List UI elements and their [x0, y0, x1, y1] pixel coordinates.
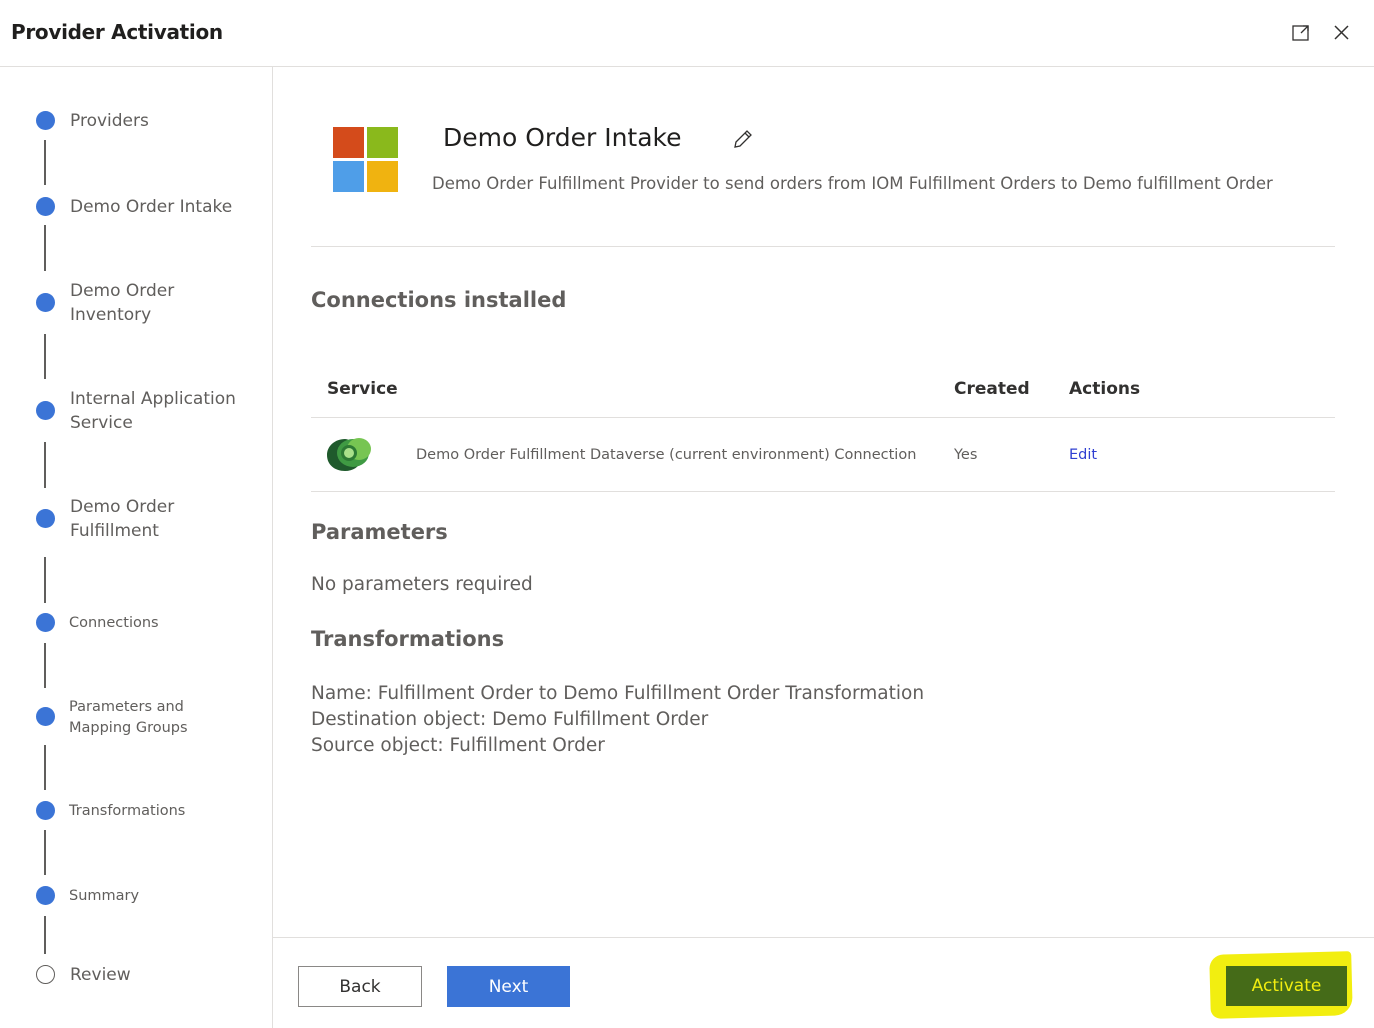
next-button[interactable]: Next — [447, 966, 570, 1007]
column-header-created: Created — [954, 379, 1030, 399]
step-connector — [44, 442, 46, 488]
close-icon[interactable] — [1329, 20, 1355, 46]
step-connector — [44, 140, 46, 185]
microsoft-logo-icon — [333, 127, 399, 193]
back-button[interactable]: Back — [298, 966, 422, 1007]
step-dot-transformations — [36, 801, 55, 820]
pencil-edit-icon[interactable] — [731, 127, 755, 151]
step-connector — [44, 225, 46, 271]
step-connections[interactable]: Connections — [69, 613, 159, 634]
step-demo-order-fulfillment[interactable]: Demo Order Fulfillment — [70, 495, 174, 543]
step-demo-order-intake[interactable]: Demo Order Intake — [70, 195, 232, 219]
step-label-line: Parameters and — [69, 699, 184, 715]
step-dot-parameters-mapping-groups — [36, 707, 55, 726]
step-label-line: Service — [70, 413, 133, 433]
step-dot-demo-order-intake — [36, 197, 55, 216]
column-header-service: Service — [327, 379, 398, 399]
connections-title: Connections installed — [311, 288, 567, 312]
logo-square — [333, 127, 364, 158]
edit-connection-link[interactable]: Edit — [1069, 447, 1097, 463]
step-dot-summary — [36, 886, 55, 905]
dataverse-icon — [325, 435, 373, 475]
step-connector — [44, 643, 46, 688]
step-label-line: Internal Application — [70, 389, 236, 409]
stepper-sidebar: Providers Demo Order Intake Demo Order I… — [0, 67, 273, 1028]
step-connector — [44, 745, 46, 790]
expand-icon[interactable] — [1288, 20, 1314, 46]
logo-square — [367, 161, 398, 192]
step-connector — [44, 334, 46, 379]
step-summary[interactable]: Summary — [69, 886, 139, 907]
step-dot-connections — [36, 613, 55, 632]
dialog-footer: Back Next Activate — [273, 937, 1374, 1028]
transformation-name: Name: Fulfillment Order to Demo Fulfillm… — [311, 683, 925, 704]
main-content: Demo Order Intake Demo Order Fulfillment… — [273, 67, 1374, 937]
divider — [311, 246, 1335, 247]
step-review[interactable]: Review — [70, 963, 131, 987]
provider-name: Demo Order Intake — [443, 123, 682, 152]
step-label-line: Demo Order — [70, 497, 175, 517]
step-dot-review — [36, 965, 55, 984]
step-connector — [44, 557, 46, 603]
table-divider — [311, 417, 1335, 418]
transformations-title: Transformations — [311, 627, 505, 651]
logo-square — [333, 161, 364, 192]
provider-description: Demo Order Fulfillment Provider to send … — [432, 174, 1273, 193]
step-label-line: Mapping Groups — [69, 720, 188, 736]
step-dot-demo-order-inventory — [36, 293, 55, 312]
step-dot-internal-application-service — [36, 401, 55, 420]
step-connector — [44, 916, 46, 954]
step-dot-providers — [36, 111, 55, 130]
step-transformations[interactable]: Transformations — [69, 801, 185, 822]
step-parameters-mapping-groups[interactable]: Parameters and Mapping Groups — [69, 697, 188, 739]
dialog-title: Provider Activation — [11, 20, 223, 44]
transformation-details: Name: Fulfillment Order to Demo Fulfillm… — [311, 681, 924, 759]
transformation-destination: Destination object: Demo Fulfillment Ord… — [311, 709, 709, 730]
step-label-line: Inventory — [70, 305, 152, 325]
parameters-title: Parameters — [311, 520, 448, 544]
step-label-line: Fulfillment — [70, 521, 159, 541]
step-connector — [44, 830, 46, 875]
transformation-source: Source object: Fulfillment Order — [311, 735, 605, 756]
logo-square — [367, 127, 398, 158]
step-dot-demo-order-fulfillment — [36, 509, 55, 528]
column-header-actions: Actions — [1069, 379, 1141, 399]
step-internal-application-service[interactable]: Internal Application Service — [70, 387, 236, 435]
step-demo-order-inventory[interactable]: Demo Order Inventory — [70, 279, 174, 327]
activate-button[interactable]: Activate — [1226, 966, 1347, 1006]
table-divider — [311, 491, 1335, 492]
created-value: Yes — [954, 447, 978, 463]
dialog-header: Provider Activation — [0, 0, 1374, 67]
service-name: Demo Order Fulfillment Dataverse (curren… — [416, 447, 917, 463]
step-label-line: Demo Order — [70, 281, 175, 301]
parameters-text: No parameters required — [311, 574, 533, 595]
step-providers[interactable]: Providers — [70, 109, 149, 133]
